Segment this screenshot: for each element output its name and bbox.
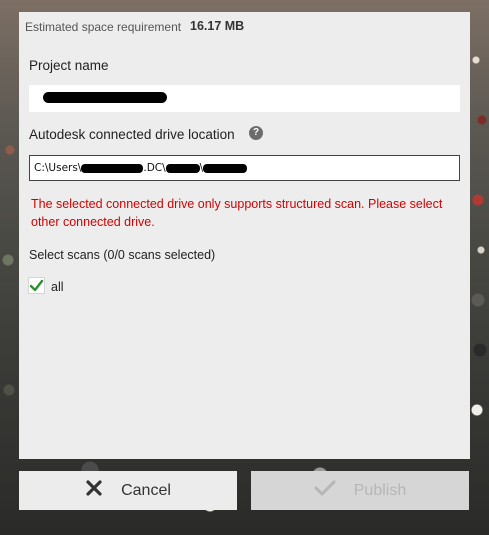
redacted-project-name [43,92,167,103]
estimated-space-label: Estimated space requirement [25,20,182,34]
all-scans-checkbox[interactable] [28,277,45,294]
project-name-input[interactable] [29,85,460,112]
help-icon[interactable]: ? [249,126,263,140]
redacted-folder [165,163,200,173]
publish-button-label: Publish [353,481,407,499]
all-scans-label: all [51,280,64,294]
cancel-button-label: Cancel [121,481,171,499]
redacted-username [81,163,144,173]
select-scans-label: Select scans (0/0 scans selected) [29,248,216,262]
path-segment-dc: .DC\ [143,162,166,174]
error-message: The selected connected drive only suppor… [31,197,443,229]
estimated-space-value: 16.17 MB [190,19,245,33]
checkmark-icon [314,479,336,502]
path-segment-users: C:\Users\ [34,162,82,174]
close-icon [85,479,103,502]
drive-location-label: Autodesk connected drive location [29,127,235,142]
redacted-subfolder [203,163,248,173]
drive-location-input[interactable]: C:\Users\ .DC\ \ [29,155,460,181]
publish-button[interactable]: Publish [251,471,469,510]
publish-dialog: Estimated space requirement 16.17 MB Pro… [19,12,470,459]
project-name-label: Project name [29,58,109,73]
checkmark-icon [29,279,44,292]
cancel-button[interactable]: Cancel [19,471,237,510]
